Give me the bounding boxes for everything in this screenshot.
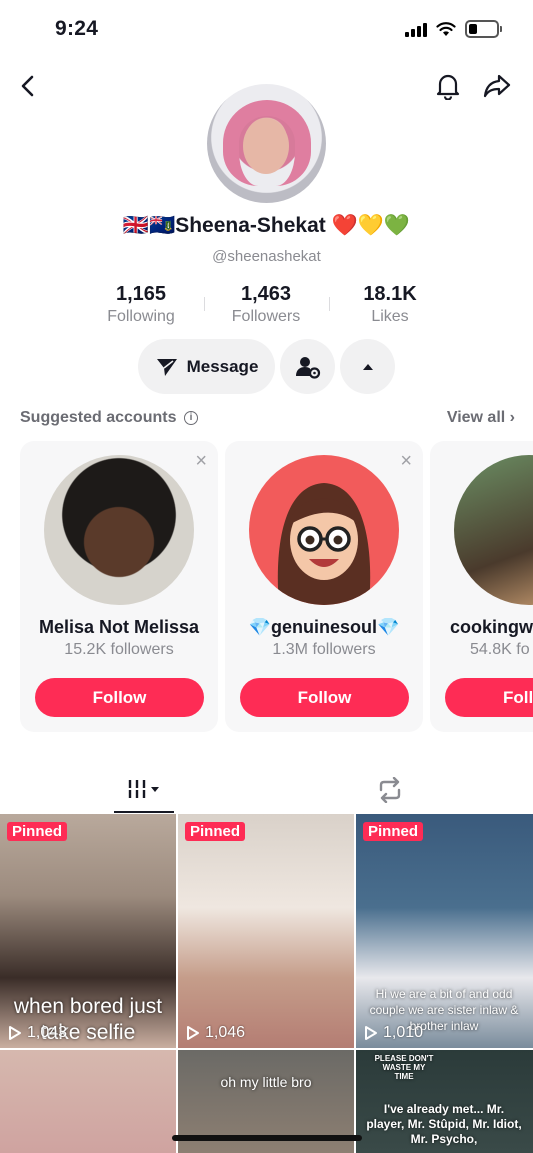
home-indicator <box>172 1135 362 1141</box>
stat-following-label: Following <box>107 308 175 325</box>
view-all-link[interactable]: View all › <box>447 409 515 427</box>
videos-grid-icon <box>128 780 159 800</box>
notifications-button[interactable] <box>432 70 464 102</box>
profile-actions: Message <box>0 339 533 394</box>
cellular-signal-icon <box>405 21 427 37</box>
stat-following-value: 1,165 <box>115 283 167 305</box>
close-icon[interactable]: × <box>195 451 207 471</box>
view-count-value: 1,010 <box>383 1024 424 1041</box>
suggested-accounts-title: Suggested accounts <box>20 409 177 426</box>
video-tile[interactable]: Pinned when bored just take selfie 1,043 <box>0 814 176 1048</box>
stat-followers-label: Followers <box>231 308 301 325</box>
avatar-face <box>243 118 289 174</box>
profile-handle: @sheenashekat <box>212 248 321 265</box>
play-icon <box>187 1026 199 1040</box>
pinned-badge: Pinned <box>7 822 68 841</box>
status-time: 9:24 <box>55 17 99 40</box>
view-count-value: 1,043 <box>27 1024 68 1041</box>
suggested-name: 💎genuinesoul💎 <box>248 617 400 637</box>
suggested-accounts-carousel[interactable]: × Melisa Not Melissa 15.2K followers Fol… <box>0 441 533 733</box>
message-button-label: Message <box>186 356 259 376</box>
view-all-label: View all <box>446 409 506 426</box>
suggested-followers: 54.8K fo <box>470 641 530 658</box>
profile-name: 🇬🇧🇻🇬Sheena-Shekat ❤️💛💚 <box>122 214 411 237</box>
status-icons <box>405 20 502 38</box>
suggested-name: cookingw <box>450 617 533 637</box>
suggested-followers: 1.3M followers <box>272 641 376 658</box>
back-button[interactable] <box>12 70 44 102</box>
suggested-card[interactable]: × Melisa Not Melissa 15.2K followers Fol… <box>20 441 218 732</box>
status-bar: 9:24 <box>0 0 533 60</box>
follow-button[interactable]: Follow <box>240 678 409 717</box>
view-count: 1,010 <box>364 1024 423 1042</box>
stat-likes-value: 18.1K <box>363 283 417 305</box>
view-count: 1,046 <box>186 1024 245 1042</box>
suggested-avatar[interactable] <box>249 455 399 605</box>
play-icon <box>365 1026 377 1040</box>
video-tile[interactable]: Pinned Hi we are a bit of and odd couple… <box>356 814 533 1048</box>
active-tab-indicator <box>114 811 174 813</box>
video-tile[interactable]: PLEASE DON'T WASTE MY TIME I've already … <box>356 1050 533 1153</box>
follow-button[interactable]: Follo <box>445 678 533 717</box>
suggested-card[interactable]: × 💎genuinesoul💎 1.3M followers Follow <box>225 441 423 732</box>
suggested-followers: 15.2K followers <box>64 641 174 658</box>
stat-likes-label: Likes <box>371 308 409 325</box>
suggested-accounts-header: Suggested accounts i View all › <box>20 408 515 430</box>
suggested-name: Melisa Not Melissa <box>38 617 200 637</box>
follow-button[interactable]: Follow <box>35 678 204 717</box>
profile-stats: 1,165 Following 1,463 Followers 18.1K Li… <box>0 283 533 329</box>
view-count: 1,043 <box>8 1024 67 1042</box>
friend-settings-button[interactable] <box>280 339 335 394</box>
repost-icon <box>379 777 401 803</box>
info-icon[interactable]: i <box>184 411 198 425</box>
video-caption: oh my little bro <box>220 1074 312 1090</box>
video-tile[interactable]: Pinned 1,046 <box>178 814 354 1048</box>
user-settings-icon <box>295 356 320 379</box>
view-count-value: 1,046 <box>205 1024 246 1041</box>
video-stamp-text: PLEASE DON'T WASTE MY TIME <box>374 1054 434 1081</box>
suggested-avatar[interactable] <box>454 455 533 605</box>
profile-avatar[interactable] <box>207 84 326 203</box>
play-icon <box>9 1026 21 1040</box>
suggested-card[interactable]: cookingw 54.8K fo Follo <box>430 441 533 732</box>
bell-icon <box>436 74 460 100</box>
video-grid: Pinned when bored just take selfie 1,043… <box>0 814 533 1153</box>
stat-followers-value: 1,463 <box>240 283 292 305</box>
video-tile[interactable] <box>0 1050 176 1153</box>
share-button[interactable] <box>481 70 513 102</box>
share-arrow-icon <box>483 74 511 98</box>
tab-reposts[interactable] <box>360 767 420 813</box>
battery-level <box>469 24 477 34</box>
pinned-badge: Pinned <box>185 822 246 841</box>
battery-icon <box>465 20 502 38</box>
chevron-left-icon <box>21 75 34 97</box>
pinned-badge: Pinned <box>363 822 424 841</box>
suggested-toggle-button[interactable] <box>340 339 395 394</box>
caret-up-icon <box>362 363 373 370</box>
cartoon-avatar-illustration <box>277 483 371 605</box>
stat-followers[interactable]: 1,463 Followers <box>201 283 331 326</box>
send-icon <box>156 358 177 376</box>
tab-videos[interactable] <box>114 767 174 813</box>
suggested-avatar[interactable] <box>44 455 194 605</box>
chevron-right-icon: › <box>509 409 515 426</box>
close-icon[interactable]: × <box>400 451 412 471</box>
content-tabs <box>0 767 533 815</box>
message-button[interactable]: Message <box>138 339 275 394</box>
wifi-icon <box>436 22 456 36</box>
stat-likes[interactable]: 18.1K Likes <box>325 283 455 326</box>
stat-following[interactable]: 1,165 Following <box>76 283 206 326</box>
video-caption: I've already met... Mr. player, Mr. Stûp… <box>366 1102 522 1146</box>
